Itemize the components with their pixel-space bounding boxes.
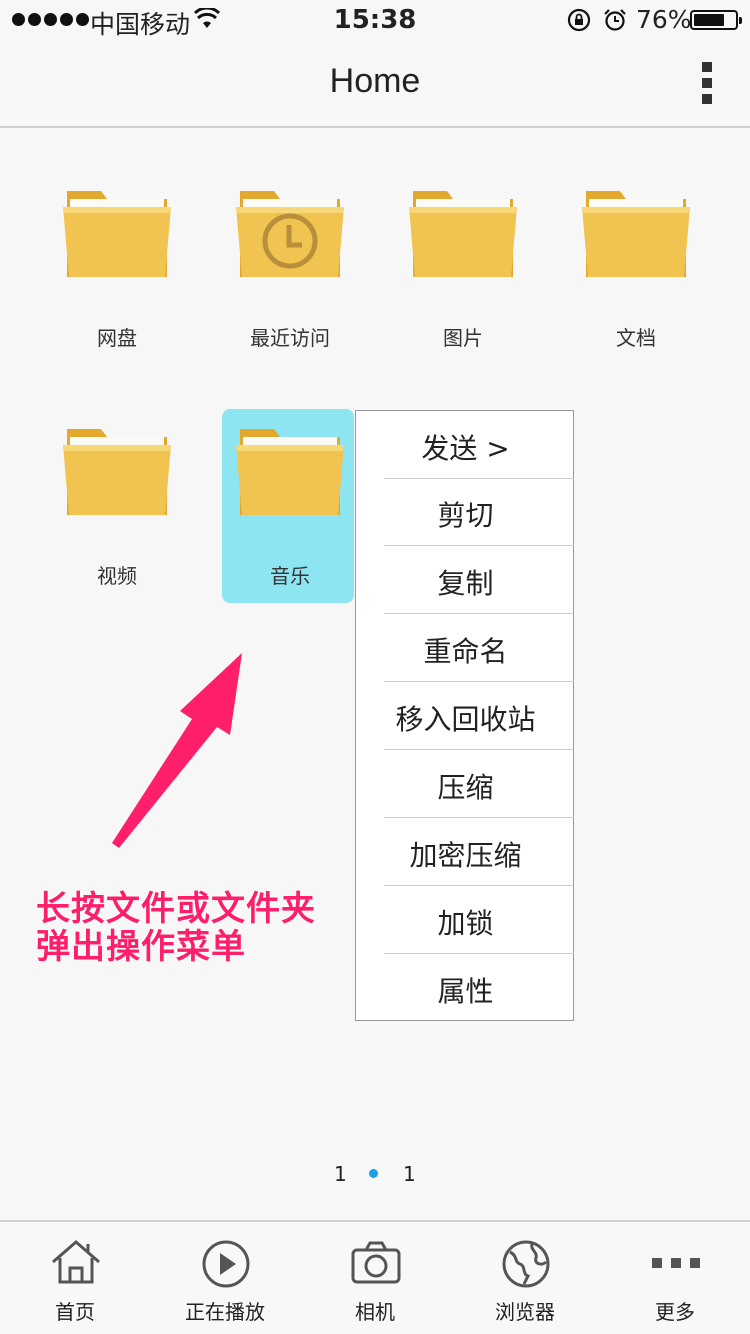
- tab-label: 正在播放: [185, 1300, 265, 1324]
- menu-item-label: 重命名: [423, 635, 508, 668]
- more-dots-icon: [652, 1258, 700, 1268]
- page-number-left: 1: [334, 1162, 347, 1186]
- camera-icon: [351, 1241, 401, 1284]
- more-options-button[interactable]: [690, 60, 724, 108]
- folder-label: 文档: [616, 326, 656, 350]
- menu-item-label: 移入回收站: [395, 703, 536, 736]
- battery-icon: [690, 10, 742, 30]
- menu-item-label: 剪切: [437, 499, 494, 532]
- page-title: Home: [329, 62, 421, 100]
- folder-label: 图片: [443, 326, 483, 350]
- page-number-right: 1: [403, 1162, 416, 1186]
- menu-item-copy[interactable]: 复制: [384, 546, 574, 614]
- navigation-bar: Home: [0, 40, 750, 128]
- folder-music[interactable]: 音乐: [225, 423, 355, 588]
- tab-label: 相机: [355, 1300, 395, 1324]
- status-bar: 中国移动 15:38 76%: [0, 0, 750, 40]
- rotation-lock-icon: [567, 8, 591, 32]
- menu-item-encrypt-compress[interactable]: 加密压缩: [384, 818, 574, 886]
- menu-item-properties[interactable]: 属性: [384, 954, 574, 1022]
- menu-item-label: 加密压缩: [409, 839, 522, 872]
- folder-icon: [63, 429, 171, 515]
- annotation-line-1: 长按文件或文件夹: [36, 889, 316, 929]
- folder-icon: [236, 429, 344, 515]
- menu-item-send[interactable]: 发送 >: [384, 411, 574, 479]
- folder-pictures[interactable]: 图片: [398, 185, 528, 350]
- tab-browser[interactable]: 浏览器: [450, 1222, 600, 1334]
- menu-item-label: 属性: [437, 975, 494, 1008]
- menu-item-cut[interactable]: 剪切: [384, 478, 574, 546]
- folder-clock-icon: [236, 191, 344, 277]
- folder-icon: [409, 191, 517, 277]
- folder-videos[interactable]: 视频: [52, 423, 182, 588]
- tab-now-playing[interactable]: 正在播放: [150, 1222, 300, 1334]
- menu-item-lock[interactable]: 加锁: [384, 886, 574, 954]
- menu-item-rename[interactable]: 重命名: [384, 614, 574, 682]
- tab-label: 首页: [55, 1300, 95, 1324]
- globe-icon: [502, 1240, 550, 1288]
- battery-percent: 76%: [636, 5, 692, 34]
- menu-item-label: 压缩: [437, 771, 494, 804]
- tab-camera[interactable]: 相机: [300, 1222, 450, 1334]
- play-icon: [202, 1240, 250, 1288]
- context-menu: 发送 > 剪切 复制 重命名 移入回收站 压缩 加密压缩 加锁 属性: [355, 410, 574, 1021]
- home-icon: [52, 1240, 100, 1284]
- folder-label: 网盘: [97, 326, 137, 350]
- tab-bar: 首页 正在播放 相机 浏览器 更多: [0, 1220, 750, 1334]
- menu-item-label: 加锁: [437, 907, 494, 940]
- folder-recent[interactable]: 最近访问: [225, 185, 355, 350]
- annotation-text: 长按文件或文件夹 弹出操作菜单: [36, 890, 316, 966]
- tab-more[interactable]: 更多: [600, 1222, 750, 1334]
- folder-icon: [63, 191, 171, 277]
- tab-label: 浏览器: [495, 1300, 555, 1324]
- annotation-arrow-icon: [112, 653, 242, 848]
- alarm-icon: [604, 9, 626, 31]
- current-page-dot: [369, 1169, 378, 1178]
- menu-item-compress[interactable]: 压缩: [384, 750, 574, 818]
- annotation-line-2: 弹出操作菜单: [36, 927, 246, 967]
- folder-wangpan[interactable]: 网盘: [52, 185, 182, 350]
- menu-item-label: 发送 >: [421, 432, 510, 465]
- page-indicator: 1 1: [0, 1162, 750, 1186]
- folder-label: 最近访问: [250, 326, 330, 350]
- tab-label: 更多: [655, 1300, 695, 1324]
- folder-label: 视频: [97, 564, 137, 588]
- menu-item-move-to-trash[interactable]: 移入回收站: [384, 682, 574, 750]
- folder-icon: [582, 191, 690, 277]
- folder-documents[interactable]: 文档: [571, 185, 701, 350]
- tab-home[interactable]: 首页: [0, 1222, 150, 1334]
- menu-item-label: 复制: [437, 567, 494, 600]
